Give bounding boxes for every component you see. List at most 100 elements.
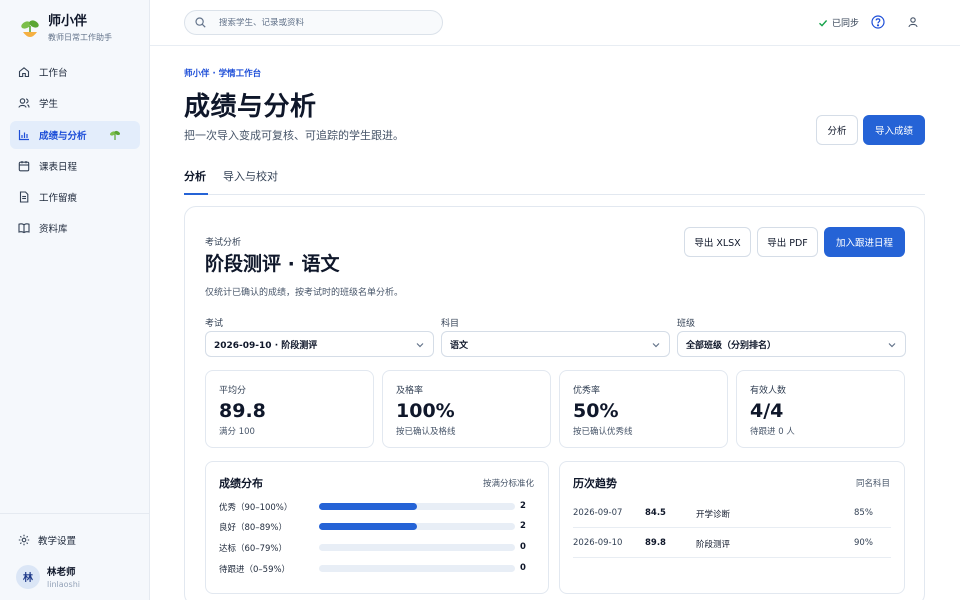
check-icon xyxy=(819,19,828,27)
breadcrumb[interactable]: 师小伴 · 学情工作台 xyxy=(184,67,261,79)
search-icon xyxy=(195,17,206,28)
sync-status: 已同步 xyxy=(818,16,859,29)
distribution-row: 优秀（90–100%） 2 xyxy=(219,500,529,514)
distribution-count: 2 xyxy=(520,501,526,511)
search-input[interactable] xyxy=(219,17,419,28)
panel-title: 成绩分布 xyxy=(219,477,263,490)
sidebar-item-label: 学生 xyxy=(39,99,59,111)
add-followup-button[interactable]: 加入跟进日程 xyxy=(824,227,905,257)
stat-label: 及格率 xyxy=(396,386,424,396)
sidebar-item-grades[interactable]: 成绩与分析 xyxy=(10,120,140,149)
subject-filter-label: 科目 xyxy=(441,319,460,329)
distribution-count: 0 xyxy=(520,563,526,573)
sidebar-divider xyxy=(0,513,149,514)
distribution-label: 良好（80–89%） xyxy=(219,523,287,533)
distribution-bar-track xyxy=(319,565,515,572)
export-xlsx-button[interactable]: 导出 XLSX xyxy=(684,227,751,257)
exam-select-value: 2026-09-10 · 阶段测评 xyxy=(214,340,318,351)
calendar-icon xyxy=(18,160,30,172)
document-icon xyxy=(19,191,29,203)
subject-select[interactable]: 语文 xyxy=(441,331,670,357)
distribution-label: 待跟进（0–59%） xyxy=(219,565,291,575)
trend-row[interactable]: 2026-09-10 89.8 阶段测评 90% xyxy=(573,528,891,558)
sidebar-nav: 工作台 学生 成绩与分析 课表日程 工作留痕 资料库 xyxy=(10,58,140,246)
tab-analysis[interactable]: 分析 xyxy=(184,168,208,195)
user-profile[interactable]: 林 林老师 linlaoshi xyxy=(16,564,80,589)
stat-value: 100% xyxy=(396,400,455,422)
export-pdf-button[interactable]: 导出 PDF xyxy=(757,227,818,257)
sidebar-item-label: 成绩与分析 xyxy=(39,130,87,142)
trend-row[interactable]: 2026-09-07 84.5 开学诊断 85% xyxy=(573,498,891,528)
trend-date: 2026-09-10 xyxy=(573,538,623,548)
panel-meta: 按满分标准化 xyxy=(482,479,534,489)
trend-date: 2026-09-07 xyxy=(573,508,623,518)
trend-score: 84.5 xyxy=(645,508,666,518)
page-subtitle: 把一次导入变成可复核、可追踪的学生跟进。 xyxy=(184,129,404,142)
subject-select-value: 语文 xyxy=(450,340,469,351)
sidebar-item-students[interactable]: 学生 xyxy=(10,89,140,117)
stat-note: 按已确认优秀线 xyxy=(573,427,633,437)
distribution-row: 良好（80–89%） 2 xyxy=(219,520,529,534)
stat-label: 平均分 xyxy=(219,386,247,396)
settings-label: 教学设置 xyxy=(38,536,77,547)
stat-card-pass-rate: 及格率 100% 按已确认及格线 xyxy=(382,370,551,448)
users-icon xyxy=(18,98,30,108)
chevron-down-icon xyxy=(652,343,660,348)
stat-value: 50% xyxy=(573,400,619,422)
stat-card-valid-count: 有效人数 4/4 待跟进 0 人 xyxy=(736,370,905,448)
import-grades-button[interactable]: 导入成绩 xyxy=(863,115,925,145)
sidebar-item-library[interactable]: 资料库 xyxy=(10,214,140,242)
exam-note: 仅统计已确认的成绩，按考试时的班级名单分析。 xyxy=(205,288,404,298)
user-icon[interactable] xyxy=(907,16,919,28)
section-eyebrow: 考试分析 xyxy=(205,238,242,248)
stat-card-average: 平均分 89.8 满分 100 xyxy=(205,370,374,448)
distribution-label: 优秀（90–100%） xyxy=(219,503,293,513)
sidebar-item-label: 资料库 xyxy=(39,224,68,236)
sidebar-item-label: 工作台 xyxy=(39,68,68,79)
trend-exam-name: 开学诊断 xyxy=(696,510,731,520)
sprout-icon xyxy=(109,130,121,140)
exam-filter-label: 考试 xyxy=(205,319,224,329)
sidebar-item-worklog[interactable]: 工作留痕 xyxy=(10,183,140,211)
analyze-button[interactable]: 分析 xyxy=(816,115,858,145)
search-box[interactable] xyxy=(184,10,443,35)
tab-bar: 分析 导入与校对 xyxy=(184,168,925,195)
distribution-label: 达标（60–79%） xyxy=(219,544,287,554)
sync-label: 已同步 xyxy=(832,19,860,29)
stat-note: 待跟进 0 人 xyxy=(750,427,795,437)
help-icon[interactable] xyxy=(871,15,885,29)
tab-import-review[interactable]: 导入与校对 xyxy=(223,168,278,195)
distribution-row: 达标（60–79%） 0 xyxy=(219,541,529,555)
brand[interactable]: 师小伴 教师日常工作助手 xyxy=(20,14,112,43)
user-name: 林老师 xyxy=(47,567,76,578)
teaching-settings-link[interactable]: 教学设置 xyxy=(18,533,76,547)
distribution-bar-fill xyxy=(319,523,417,530)
panel-title: 历次趋势 xyxy=(573,477,617,490)
stat-label: 优秀率 xyxy=(573,386,601,396)
bar-chart-icon xyxy=(18,129,29,140)
history-trend-panel: 历次趋势 同名科目 2026-09-07 84.5 开学诊断 85% 2026-… xyxy=(559,461,905,594)
sidebar-item-label: 课表日程 xyxy=(39,161,78,173)
book-icon xyxy=(18,223,30,234)
home-icon xyxy=(18,67,30,78)
stat-value: 4/4 xyxy=(750,400,784,422)
app-tagline: 教师日常工作助手 xyxy=(48,33,112,42)
trend-rate: 85% xyxy=(854,508,873,518)
sidebar-item-schedule[interactable]: 课表日程 xyxy=(10,152,140,180)
sidebar-item-dashboard[interactable]: 工作台 xyxy=(10,58,140,86)
stat-label: 有效人数 xyxy=(750,386,787,396)
gear-icon xyxy=(18,534,30,546)
page-title: 成绩与分析 xyxy=(184,92,317,122)
distribution-bar-track xyxy=(319,503,515,510)
class-filter-label: 班级 xyxy=(677,319,696,329)
class-select[interactable]: 全部班级（分别排名） xyxy=(677,331,906,357)
distribution-count: 2 xyxy=(520,521,526,531)
exam-select[interactable]: 2026-09-10 · 阶段测评 xyxy=(205,331,434,357)
distribution-bar-fill xyxy=(319,503,417,510)
sidebar: 师小伴 教师日常工作助手 工作台 学生 成绩与分析 课表日程 工作留痕 资料库 xyxy=(0,0,150,600)
user-id: linlaoshi xyxy=(47,580,80,589)
stat-note: 满分 100 xyxy=(219,427,255,437)
avatar: 林 xyxy=(16,564,40,589)
stat-card-excellent-rate: 优秀率 50% 按已确认优秀线 xyxy=(559,370,728,448)
trend-exam-name: 阶段测评 xyxy=(696,540,731,550)
